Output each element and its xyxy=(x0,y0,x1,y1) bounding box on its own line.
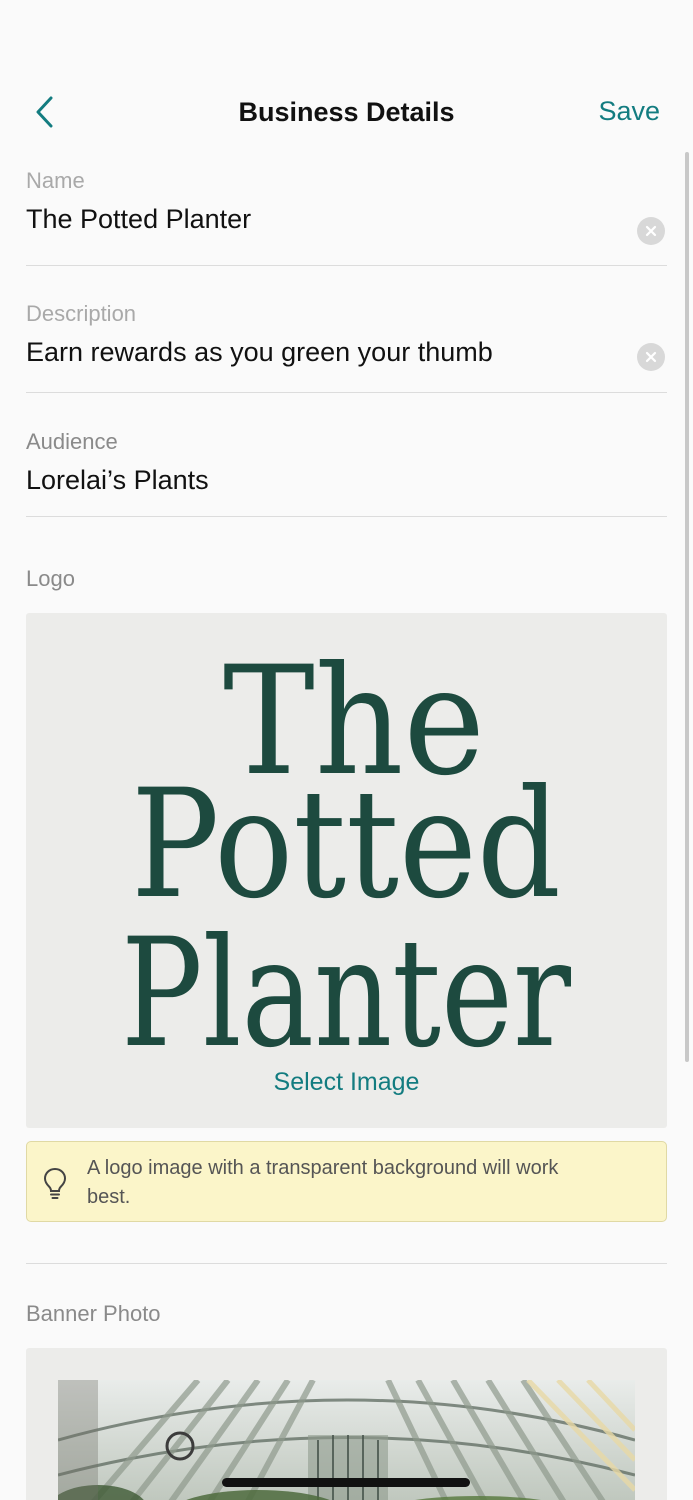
business-details-form: Name Description Audience Lorelai’s Plan… xyxy=(26,168,667,1500)
home-indicator xyxy=(222,1478,470,1487)
back-button[interactable] xyxy=(26,94,62,130)
logo-image: The Potted Planter xyxy=(121,635,571,1063)
name-label: Name xyxy=(26,168,85,193)
save-button[interactable]: Save xyxy=(598,96,660,127)
section-divider xyxy=(26,1263,667,1264)
logo-picker[interactable]: The Potted Planter Select Image xyxy=(26,613,667,1128)
banner-photo-label: Banner Photo xyxy=(26,1301,161,1326)
chevron-left-icon xyxy=(36,96,53,128)
audience-field[interactable]: Audience Lorelai’s Plants xyxy=(26,393,667,517)
description-field: Description xyxy=(26,266,667,393)
clear-icon xyxy=(645,225,657,237)
audience-value: Lorelai’s Plants xyxy=(26,465,209,495)
select-image-button[interactable]: Select Image xyxy=(26,1068,667,1097)
clear-icon xyxy=(645,351,657,363)
name-input[interactable] xyxy=(26,204,616,235)
logo-wordmark-line-2: Potted xyxy=(131,758,561,932)
navigation-bar: Business Details Save xyxy=(0,80,693,144)
description-label: Description xyxy=(26,301,137,326)
page-title: Business Details xyxy=(238,96,455,127)
clear-description-button[interactable] xyxy=(637,343,665,371)
logo-wordmark-line-3: Planter xyxy=(121,907,571,1063)
tip-text: A logo image with a transparent backgrou… xyxy=(87,1157,559,1208)
logo-tip: A logo image with a transparent backgrou… xyxy=(26,1141,667,1222)
scrollbar[interactable] xyxy=(685,152,689,1062)
clear-name-button[interactable] xyxy=(637,217,665,245)
description-input[interactable] xyxy=(26,337,616,368)
logo-label: Logo xyxy=(26,566,75,591)
name-field: Name xyxy=(26,168,667,266)
audience-label: Audience xyxy=(26,429,118,454)
lightbulb-icon xyxy=(43,1167,67,1199)
status-bar-area xyxy=(0,0,693,80)
